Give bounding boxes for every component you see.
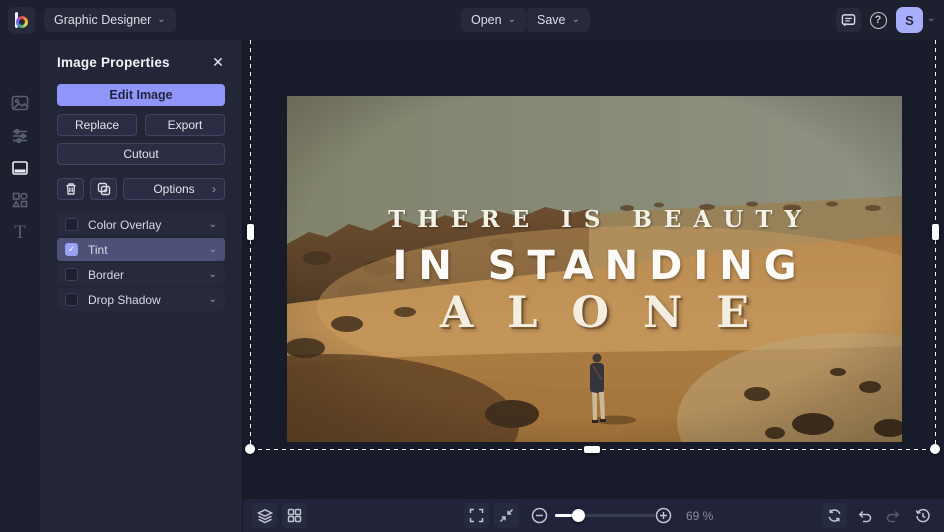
reset-button[interactable] [822, 503, 847, 528]
selection-handle-bottom-left[interactable] [245, 444, 255, 454]
logo-ring [16, 16, 28, 28]
undo-icon [858, 510, 871, 522]
checkbox[interactable]: ✓ [65, 243, 78, 256]
canvas-image[interactable]: THERE IS BEAUTY IN STANDING ALONE [287, 96, 902, 442]
checkbox[interactable]: ✓ [65, 218, 78, 231]
options-label: Options [153, 182, 195, 196]
redo-icon [886, 510, 899, 522]
app-mode-menu[interactable]: Graphic Designer ⌄ [44, 8, 176, 32]
rail-image-manager[interactable] [0, 87, 40, 119]
grid-icon [287, 508, 302, 523]
export-button[interactable]: Export [145, 114, 225, 136]
quote-line-3: ALONE [439, 288, 784, 338]
chevron-down-icon: ⌄ [208, 219, 217, 230]
fit-to-screen-button[interactable] [494, 503, 519, 528]
image-icon [11, 95, 29, 111]
selection-handle-mid-left[interactable] [247, 224, 254, 240]
quote-line-2: IN STANDING [392, 243, 808, 289]
text-tool-icon: T [14, 222, 26, 243]
undo-button[interactable] [852, 503, 877, 528]
open-label: Open [471, 13, 502, 27]
tool-rail: T [0, 40, 40, 532]
fullscreen-icon [469, 508, 484, 523]
chevron-down-icon: ⌄ [208, 269, 217, 280]
zoom-slider[interactable] [555, 509, 655, 522]
sliders-icon [13, 128, 27, 144]
zoom-slider-knob[interactable] [572, 509, 585, 522]
chat-icon [841, 13, 856, 26]
save-button[interactable]: Save ⌄ [527, 8, 590, 32]
question-icon: ? [869, 11, 887, 29]
property-label: Color Overlay [88, 217, 162, 232]
options-dropdown[interactable]: Options › [123, 178, 225, 200]
refresh-icon [828, 509, 841, 522]
help-button[interactable]: ? [866, 8, 890, 32]
rail-text[interactable]: T [0, 217, 40, 249]
open-button[interactable]: Open ⌄ [461, 8, 526, 32]
property-row-tint[interactable]: ✓ Tint ⌄ [57, 238, 225, 261]
selection-handle-bottom-right[interactable] [930, 444, 940, 454]
history-button[interactable] [910, 503, 935, 528]
chevron-down-icon: ⌄ [507, 13, 516, 25]
layers-button[interactable] [252, 503, 277, 528]
property-row-border[interactable]: ✓ Border ⌄ [57, 263, 225, 286]
collapse-icon [499, 508, 514, 523]
property-label: Tint [88, 242, 108, 257]
close-icon[interactable]: ✕ [208, 52, 228, 72]
fullscreen-button[interactable] [464, 503, 489, 528]
edit-image-button[interactable]: Edit Image [57, 84, 225, 106]
chevron-down-icon: ⌄ [208, 294, 217, 305]
property-row-color-overlay[interactable]: ✓ Color Overlay ⌄ [57, 213, 225, 236]
selection-border-right [935, 40, 936, 450]
chevron-down-icon: ⌄ [157, 13, 166, 25]
rail-customize[interactable] [0, 120, 40, 152]
layout-icon [12, 161, 28, 175]
feedback-button[interactable] [836, 8, 861, 32]
rail-layout-active[interactable] [0, 152, 40, 184]
plus-circle-icon [655, 507, 672, 524]
rail-graphics[interactable] [0, 184, 40, 216]
bottom-toolbar: 69 % [243, 499, 944, 532]
zoom-in-button[interactable] [651, 503, 676, 528]
property-label: Border [88, 267, 125, 282]
chevron-right-icon: › [212, 182, 216, 196]
app-mode-label: Graphic Designer [54, 13, 152, 27]
save-label: Save [537, 13, 566, 27]
chevron-down-icon[interactable]: ⌄ [927, 13, 935, 24]
user-avatar[interactable]: S [896, 7, 923, 33]
selection-handle-bottom-center[interactable] [584, 446, 600, 453]
replace-button[interactable]: Replace [57, 114, 137, 136]
property-row-drop-shadow[interactable]: ✓ Drop Shadow ⌄ [57, 288, 225, 311]
image-quote-text: THERE IS BEAUTY IN STANDING ALONE [287, 96, 902, 442]
image-properties-panel: Image Properties ✕ Edit Image Replace Ex… [40, 40, 243, 532]
templates-button[interactable] [282, 503, 307, 528]
property-label: Drop Shadow [88, 292, 161, 307]
panel-title: Image Properties [57, 55, 170, 70]
selection-handle-mid-right[interactable] [932, 224, 939, 240]
duplicate-icon [97, 182, 110, 196]
history-clock-icon [915, 508, 930, 522]
duplicate-button[interactable] [90, 178, 117, 200]
delete-button[interactable] [57, 178, 84, 200]
layers-icon [256, 508, 273, 523]
checkbox[interactable]: ✓ [65, 293, 78, 306]
checkbox[interactable]: ✓ [65, 268, 78, 281]
zoom-level-value: 69 % [686, 509, 714, 523]
chevron-down-icon: ⌄ [571, 13, 580, 25]
befunky-logo[interactable] [8, 7, 35, 34]
quote-line-1: THERE IS BEAUTY [388, 206, 813, 233]
cutout-button[interactable]: Cutout [57, 143, 225, 165]
minus-circle-icon [531, 507, 548, 524]
zoom-out-button[interactable] [527, 503, 552, 528]
shapes-icon [12, 192, 28, 208]
redo-button[interactable] [880, 503, 905, 528]
selection-border-left [250, 40, 251, 450]
chevron-down-icon: ⌄ [208, 244, 217, 255]
trash-icon [66, 183, 75, 195]
top-bar: Graphic Designer ⌄ Open ⌄ Save ⌄ ? S ⌄ [0, 0, 944, 40]
canvas-area: THERE IS BEAUTY IN STANDING ALONE [243, 40, 944, 499]
